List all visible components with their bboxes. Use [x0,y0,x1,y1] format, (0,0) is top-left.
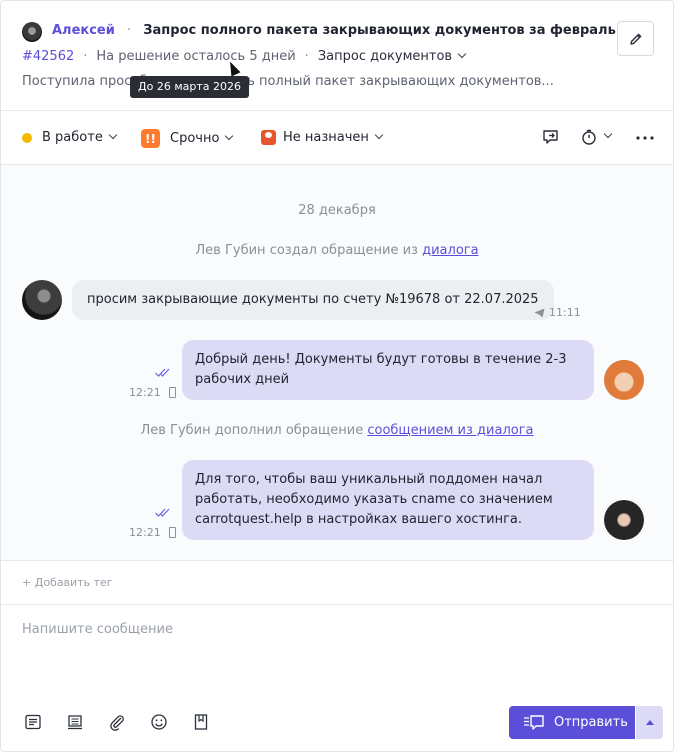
add-tag-button[interactable]: + Добавить тег [22,576,113,589]
outgoing-message: Добрый день! Документы будут готовы в те… [182,340,594,400]
meta-separator: · [83,49,88,64]
attach-button[interactable] [107,712,127,732]
template-icon [25,714,41,730]
title-row: Алексей · Запрос полного пакета закрываю… [52,23,616,38]
emoji-button[interactable] [149,712,169,732]
add-tag-label: Добавить тег [34,576,113,589]
client-avatar[interactable] [22,280,62,320]
status-dropdown[interactable]: В работе [22,130,118,145]
agent-avatar[interactable] [604,360,644,400]
snooze-dropdown[interactable] [580,128,613,146]
system-event: Лев Губин создал обращение из диалога [1,243,673,258]
dialog-link[interactable]: диалога [422,243,478,258]
plus-icon: + [22,576,35,589]
chevron-down-icon [108,130,118,139]
timer-icon [582,129,596,145]
send-options-button[interactable] [636,706,663,739]
conversation-header: Алексей · Запрос полного пакета закрываю… [1,1,673,111]
author-avatar [22,22,42,42]
incoming-message: просим закрывающие документы по счету №1… [72,280,554,320]
agent-avatar[interactable] [604,500,644,540]
conversation-panel: Алексей · Запрос полного пакета закрываю… [0,0,674,752]
system-event-text: Лев Губин создал обращение из [195,243,423,258]
meta-separator: · [304,49,309,64]
more-button[interactable] [636,136,654,140]
status-bar: В работе !! Срочно Не назначен [1,111,673,165]
emoji-icon [151,714,167,730]
ticket-id[interactable]: #42562 [22,49,74,64]
telegram-icon [534,308,545,317]
priority-dropdown[interactable]: !! Срочно [141,129,234,148]
conversation-title: Запрос полного пакета закрывающих докуме… [143,23,616,38]
chevron-down-icon [603,129,613,139]
send-label: Отправить [554,715,628,730]
article-button[interactable] [191,712,211,732]
pencil-icon [629,33,641,45]
outgoing-message-meta: 12:21 [129,526,176,539]
user-icon [261,130,276,145]
assignee-label: Не назначен [283,130,369,145]
system-event: Лев Губин дополнил обращение сообщением … [1,423,673,438]
phone-icon [168,387,176,398]
paperclip-icon [110,715,124,731]
status-label: В работе [42,130,103,145]
author-name[interactable]: Алексей [52,23,115,38]
outgoing-message: Для того, чтобы ваш уникальный поддомен … [182,460,594,540]
caret-up-icon [645,720,654,725]
read-checkmarks-icon [155,368,170,377]
message-composer: Напишите сообщение Отправить [1,605,673,751]
priority-label: Срочно [170,131,220,146]
send-button[interactable]: Отправить [509,706,635,739]
outgoing-message-time: 12:21 [129,386,161,399]
chevron-down-icon [374,130,384,139]
message-input[interactable]: Напишите сообщение [22,622,173,637]
edit-button[interactable] [617,21,654,56]
conversation-preview: Поступила просьба предоставить полный па… [22,74,554,89]
deadline-tooltip: До 26 марта 2026 [130,76,249,98]
meta-row: #42562 · На решение осталось 5 дней · Запрос… [22,49,467,64]
incoming-message-time: 11:11 [549,306,581,319]
knowledge-base-button[interactable] [65,712,85,732]
transfer-button[interactable] [542,128,560,146]
book-icon [68,715,82,730]
chevron-down-icon [457,49,467,59]
bookmark-icon [194,714,208,730]
send-message-icon [524,714,544,730]
more-horizontal-icon [636,136,654,140]
dialog-message-link[interactable]: сообщением из диалога [367,423,533,438]
status-dot-icon [22,132,32,143]
request-type-label: Запрос документов [317,49,453,64]
request-type-dropdown[interactable]: Запрос документов [317,49,467,64]
chat-transfer-icon [543,130,558,144]
message-history[interactable]: 28 декабря Лев Губин создал обращение из… [1,165,673,560]
chevron-down-icon [225,131,234,140]
phone-icon [168,527,176,538]
tags-row: + Добавить тег [1,560,673,605]
title-separator: · [127,23,132,38]
outgoing-message-meta: 12:21 [129,386,176,399]
templates-button[interactable] [23,712,43,732]
assignee-dropdown[interactable]: Не назначен [261,130,384,145]
deadline-text[interactable]: На решение осталось 5 дней [96,49,295,64]
date-divider: 28 декабря [298,203,376,218]
outgoing-message-time: 12:21 [129,526,161,539]
incoming-message-meta: 11:11 [534,306,581,319]
read-checkmarks-icon [155,508,170,517]
system-event-text: Лев Губин дополнил обращение [140,423,368,438]
urgent-icon: !! [141,129,160,148]
